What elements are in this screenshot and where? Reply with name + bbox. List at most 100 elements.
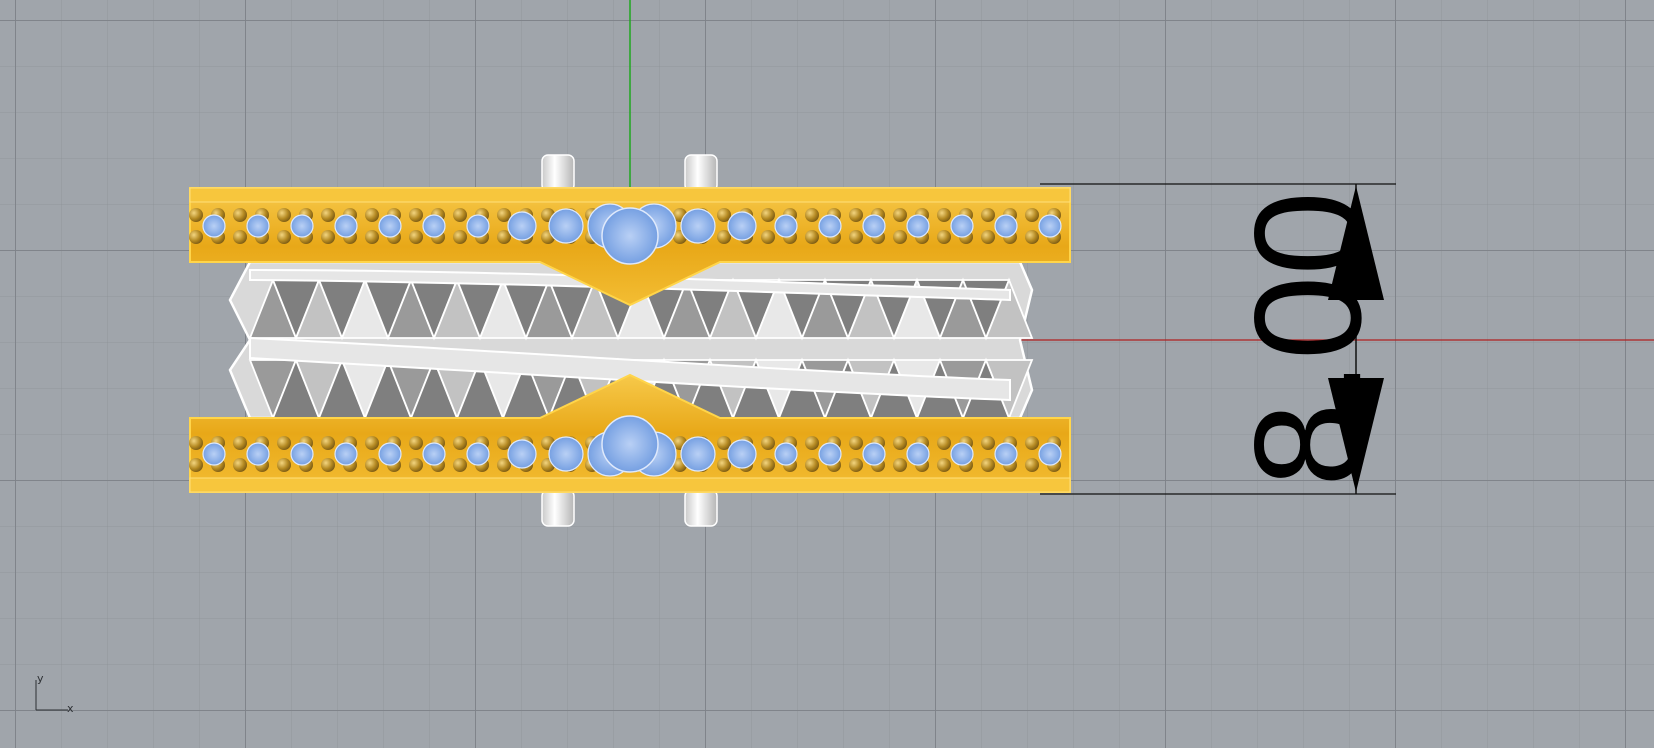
gold-bead xyxy=(761,208,775,222)
center-stone xyxy=(601,415,659,473)
gold-bead xyxy=(409,208,423,222)
axis-label-y: y xyxy=(37,672,44,685)
blue-stone xyxy=(422,442,446,466)
blue-stone xyxy=(818,442,842,466)
gold-bead xyxy=(981,208,995,222)
gold-bead xyxy=(1025,436,1039,450)
gold-bead xyxy=(893,458,907,472)
gold-bead xyxy=(981,230,995,244)
gold-bead xyxy=(277,436,291,450)
blue-stone xyxy=(818,214,842,238)
blue-stone xyxy=(246,442,270,466)
center-stone xyxy=(601,207,659,265)
blue-stone xyxy=(727,439,757,469)
gold-bead xyxy=(761,436,775,450)
gold-bead xyxy=(365,458,379,472)
blue-stone xyxy=(334,214,358,238)
gold-bead xyxy=(453,230,467,244)
blue-stone xyxy=(862,442,886,466)
gold-bead xyxy=(277,208,291,222)
gold-bead xyxy=(893,230,907,244)
gold-bead xyxy=(409,458,423,472)
blue-stone xyxy=(548,436,584,472)
gold-bead xyxy=(365,436,379,450)
gold-bead xyxy=(321,458,335,472)
gold-bead xyxy=(849,208,863,222)
axis-label-x: x xyxy=(67,702,74,715)
gold-bead xyxy=(805,436,819,450)
gold-bead xyxy=(233,208,247,222)
gold-bead xyxy=(893,436,907,450)
gold-bead xyxy=(937,436,951,450)
gold-bead xyxy=(409,230,423,244)
blue-stone xyxy=(680,208,716,244)
blue-stone xyxy=(1038,214,1062,238)
blue-stone xyxy=(202,442,226,466)
gold-bead xyxy=(1025,458,1039,472)
dimension-text: 8.00 xyxy=(1223,191,1393,487)
gold-bead xyxy=(277,230,291,244)
gold-bead xyxy=(189,458,203,472)
gold-bead xyxy=(1025,230,1039,244)
blue-stone xyxy=(507,439,537,469)
gold-bead xyxy=(1025,208,1039,222)
blue-stone xyxy=(378,214,402,238)
blue-stone xyxy=(862,214,886,238)
gold-bead xyxy=(233,436,247,450)
blue-stone xyxy=(906,214,930,238)
viewport[interactable]: 8.00 y x xyxy=(0,0,1654,748)
blue-stone xyxy=(507,211,537,241)
blue-stone xyxy=(466,214,490,238)
gold-bead xyxy=(409,436,423,450)
blue-stone xyxy=(680,436,716,472)
gold-bead xyxy=(233,458,247,472)
gold-bead xyxy=(365,208,379,222)
gold-bead xyxy=(805,230,819,244)
blue-stone xyxy=(290,214,314,238)
blue-stone xyxy=(950,442,974,466)
blue-stone xyxy=(378,442,402,466)
blue-stone xyxy=(906,442,930,466)
blue-stone xyxy=(246,214,270,238)
blue-stone xyxy=(290,442,314,466)
gold-bead xyxy=(761,230,775,244)
viewport-scene[interactable]: 8.00 xyxy=(0,0,1654,748)
gold-bead xyxy=(321,208,335,222)
blue-stone xyxy=(548,208,584,244)
gold-bead xyxy=(365,230,379,244)
blue-stone xyxy=(727,211,757,241)
blue-stone xyxy=(334,442,358,466)
gold-bead xyxy=(453,458,467,472)
gold-bead xyxy=(761,458,775,472)
gold-bead xyxy=(189,230,203,244)
gold-bead xyxy=(937,230,951,244)
gold-bead xyxy=(277,458,291,472)
dimension-annotation[interactable]: 8.00 xyxy=(1040,183,1396,495)
gold-bead xyxy=(453,436,467,450)
gold-bead xyxy=(321,230,335,244)
gold-bead xyxy=(321,436,335,450)
blue-stone xyxy=(994,442,1018,466)
gold-bead xyxy=(189,208,203,222)
blue-stone xyxy=(422,214,446,238)
blue-stone xyxy=(774,442,798,466)
gold-bead xyxy=(849,458,863,472)
blue-stone xyxy=(1038,442,1062,466)
gold-bead xyxy=(981,436,995,450)
gold-bead xyxy=(233,230,247,244)
gold-bead xyxy=(849,230,863,244)
gold-bead xyxy=(805,208,819,222)
gold-bead xyxy=(805,458,819,472)
gold-bead xyxy=(893,208,907,222)
gold-bead xyxy=(937,208,951,222)
gold-bead xyxy=(981,458,995,472)
gold-bead xyxy=(453,208,467,222)
blue-stone xyxy=(774,214,798,238)
gold-bead xyxy=(849,436,863,450)
blue-stone xyxy=(466,442,490,466)
gold-bead xyxy=(189,436,203,450)
blue-stone xyxy=(994,214,1018,238)
blue-stone xyxy=(950,214,974,238)
gold-bead xyxy=(937,458,951,472)
blue-stone xyxy=(202,214,226,238)
